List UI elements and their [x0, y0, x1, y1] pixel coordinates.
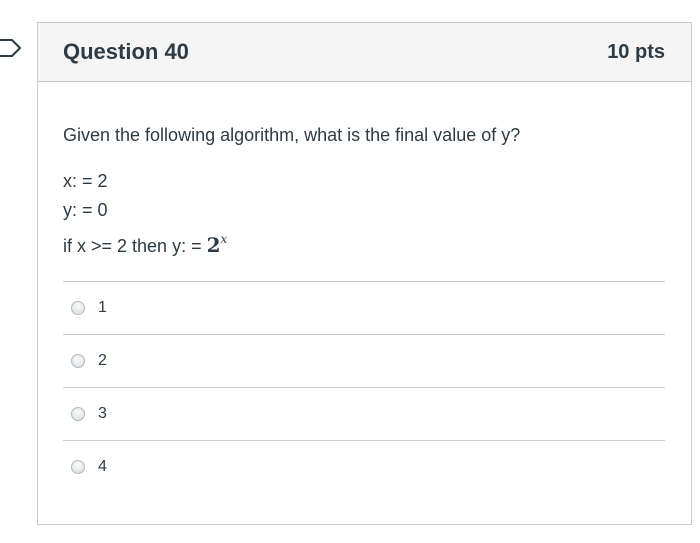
question-card: Question 40 10 pts Given the following a…: [37, 22, 692, 525]
radio-button[interactable]: [71, 460, 85, 474]
question-points: 10 pts: [607, 40, 665, 63]
question-body: Given the following algorithm, what is t…: [38, 82, 691, 493]
answer-label: 2: [98, 352, 107, 369]
math-base: 2: [206, 233, 221, 257]
code-line-1: x: = 2: [63, 171, 108, 191]
answer-option-1[interactable]: 1: [63, 282, 665, 335]
question-header: Question 40 10 pts: [38, 23, 691, 82]
math-exponent: x: [220, 232, 228, 246]
radio-button[interactable]: [71, 301, 85, 315]
question-prompt: Given the following algorithm, what is t…: [63, 125, 521, 145]
radio-button[interactable]: [71, 354, 85, 368]
math-expression: 2x: [206, 232, 228, 257]
answer-label: 4: [98, 458, 107, 475]
answer-option-3[interactable]: 3: [63, 388, 665, 441]
answer-label: 3: [98, 405, 107, 422]
answer-list: 1 2 3 4: [63, 281, 665, 493]
answer-option-4[interactable]: 4: [63, 441, 665, 493]
question-title: Question 40: [63, 39, 189, 64]
answer-option-2[interactable]: 2: [63, 335, 665, 388]
radio-button[interactable]: [71, 407, 85, 421]
code-line-3: if x >= 2 then y: = 2x: [63, 232, 228, 257]
code-line-2: y: = 0: [63, 200, 108, 220]
flag-icon[interactable]: [0, 38, 22, 58]
answer-label: 1: [98, 299, 107, 316]
